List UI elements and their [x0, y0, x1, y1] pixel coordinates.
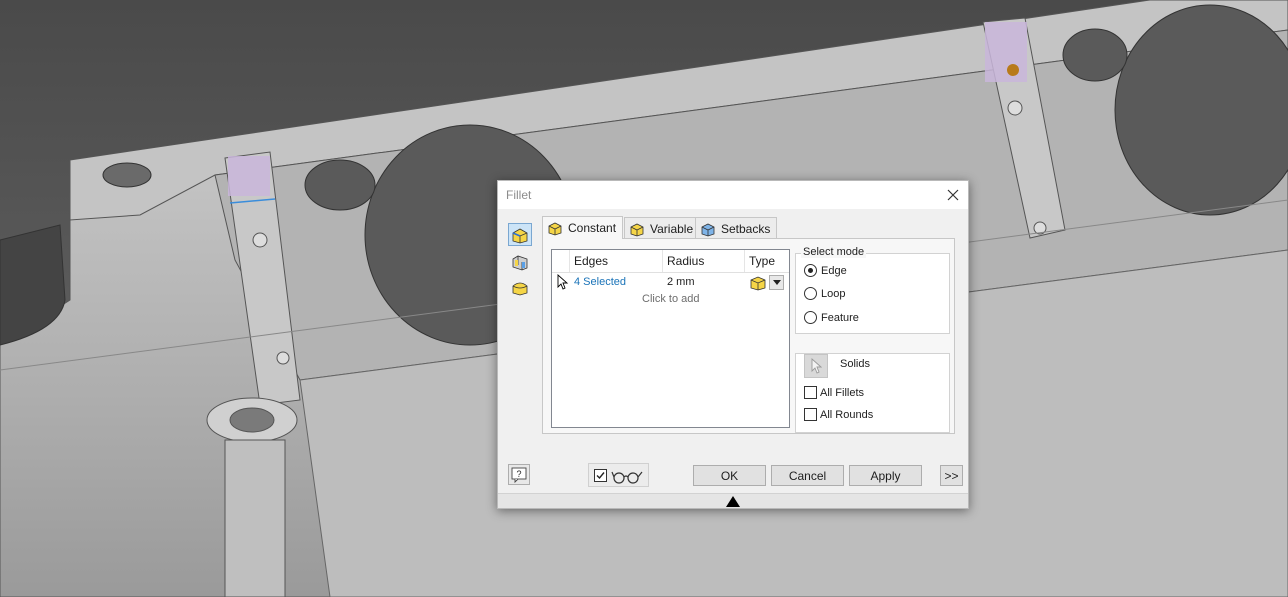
radio-edge[interactable]: Edge [804, 264, 847, 277]
type-dropdown-button[interactable] [769, 275, 784, 290]
checkbox-label: All Fillets [820, 386, 865, 399]
fillet-dialog: Fillet Constant Variable Setbacks Edges … [497, 180, 969, 509]
help-button[interactable]: ? [508, 464, 530, 485]
edges-selection-cell[interactable]: 4 Selected [574, 276, 626, 288]
radio-feature[interactable]: Feature [804, 311, 859, 324]
apply-button[interactable]: Apply [849, 465, 922, 486]
full-round-fillet-button[interactable] [508, 275, 532, 298]
edge-fillet-button[interactable] [508, 223, 532, 246]
tab-label: Setbacks [721, 221, 771, 236]
radio-label: Feature [821, 311, 859, 324]
edges-grid[interactable]: Edges Radius Type 4 Selected 2 mm Click … [551, 249, 790, 428]
dialog-titlebar[interactable]: Fillet [498, 181, 968, 209]
radio-button[interactable] [804, 287, 817, 300]
solids-group: Solids All Fillets All Rounds [795, 353, 950, 433]
grid-header-radius: Radius [663, 250, 745, 272]
preview-glasses-icon [611, 471, 643, 484]
select-mode-label: Select mode [801, 246, 867, 258]
click-to-add-hint[interactable]: Click to add [642, 293, 699, 305]
help-icon: ? [511, 467, 527, 483]
radio-button[interactable] [804, 311, 817, 324]
solids-label: Solids [840, 358, 870, 370]
grid-row-header [552, 250, 570, 272]
edge-fillet-icon [512, 228, 528, 243]
checkbox[interactable] [804, 408, 817, 421]
grid-header-type: Type [745, 250, 789, 272]
more-options-button[interactable]: >> [940, 465, 963, 486]
edge-fillet-type-icon[interactable] [749, 274, 767, 291]
tab-panel-constant: Edges Radius Type 4 Selected 2 mm Click … [542, 238, 955, 434]
close-button[interactable] [942, 184, 964, 206]
face-fillet-icon [512, 255, 528, 270]
close-icon [947, 189, 959, 201]
preview-checkbox[interactable] [594, 469, 607, 482]
fillet-setbacks-icon [701, 223, 715, 236]
chevron-down-icon [772, 279, 781, 285]
ok-button[interactable]: OK [693, 465, 766, 486]
checkbox-label: All Rounds [820, 408, 874, 421]
tab-variable[interactable]: Variable [624, 217, 701, 239]
expand-up-arrow-icon[interactable] [725, 495, 741, 508]
mouse-pointer-icon [557, 274, 569, 290]
radio-label: Edge [821, 264, 847, 277]
grid-divider [552, 272, 789, 273]
preview-toggle[interactable] [588, 463, 649, 487]
fillet-variable-icon [630, 223, 644, 236]
select-arrow-icon [811, 358, 822, 374]
tab-constant[interactable]: Constant [542, 216, 624, 239]
checkbox-all-rounds[interactable]: All Rounds [804, 408, 873, 421]
select-mode-group: Select mode Edge Loop Feature [795, 246, 950, 334]
solids-select-button[interactable] [804, 354, 828, 378]
grid-header-edges: Edges [570, 250, 663, 272]
dialog-title: Fillet [506, 188, 532, 202]
tab-label: Variable [650, 221, 694, 236]
radio-label: Loop [821, 287, 846, 300]
check-icon [596, 472, 605, 480]
cancel-button[interactable]: Cancel [771, 465, 844, 486]
radio-button[interactable] [804, 264, 817, 277]
tab-setbacks[interactable]: Setbacks [695, 217, 778, 239]
tab-label: Constant [568, 221, 617, 235]
checkbox-all-fillets[interactable]: All Fillets [804, 386, 864, 399]
face-fillet-button[interactable] [508, 250, 532, 273]
fillet-constant-icon [548, 222, 562, 236]
radio-loop[interactable]: Loop [804, 287, 845, 300]
dialog-footer-bar[interactable] [498, 493, 968, 508]
radius-value-cell[interactable]: 2 mm [667, 276, 695, 288]
full-round-fillet-icon [512, 282, 528, 295]
checkbox[interactable] [804, 386, 817, 399]
svg-text:?: ? [516, 469, 521, 479]
